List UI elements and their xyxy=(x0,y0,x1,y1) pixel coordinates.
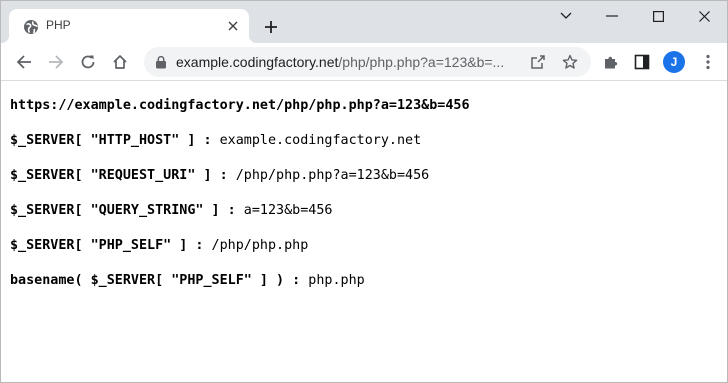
php-self-line: $_SERVER[ "PHP_SELF" ] : /php/php.php xyxy=(10,238,308,253)
home-icon xyxy=(113,55,127,69)
php-self-label: $_SERVER[ "PHP_SELF" ] : xyxy=(10,238,204,253)
maximize-icon xyxy=(652,10,664,22)
browser-window: PHP example.codingfactory.net/php/php.ph… xyxy=(0,0,728,383)
reload-button[interactable] xyxy=(75,49,101,75)
plus-icon xyxy=(265,21,277,33)
reload-icon xyxy=(81,55,95,69)
tab-php[interactable]: PHP xyxy=(1,9,257,43)
share-icon[interactable] xyxy=(528,52,548,72)
puzzle-icon xyxy=(605,56,618,69)
http-host-line: $_SERVER[ "HTTP_HOST" ] : example.coding… xyxy=(10,133,421,148)
http-host-value: example.codingfactory.net xyxy=(219,133,422,148)
request-uri-line: $_SERVER[ "REQUEST_URI" ] : /php/php.php… xyxy=(10,168,429,183)
more-vert-icon xyxy=(706,54,710,70)
url-text[interactable]: example.codingfactory.net/php/php.php?a=… xyxy=(176,54,526,70)
lock-icon[interactable] xyxy=(154,55,168,69)
basename-label: basename( $_SERVER[ "PHP_SELF" ] ) : xyxy=(10,273,301,288)
close-icon xyxy=(698,10,710,22)
query-string-line: $_SERVER[ "QUERY_STRING" ] : a=123&b=456 xyxy=(10,203,332,218)
tab-strip: PHP xyxy=(1,1,727,43)
minimize-icon xyxy=(606,15,618,17)
forward-button[interactable] xyxy=(43,49,69,75)
menu-button[interactable] xyxy=(695,49,721,75)
request-url-line: https://example.codingfactory.net/php/ph… xyxy=(10,98,470,113)
query-string-label: $_SERVER[ "QUERY_STRING" ] : xyxy=(10,203,236,218)
query-string-value: a=123&b=456 xyxy=(243,203,333,218)
new-tab-button[interactable] xyxy=(259,15,283,39)
tab-title: PHP xyxy=(46,18,71,32)
basename-line: basename( $_SERVER[ "PHP_SELF" ] ) : php… xyxy=(10,273,365,288)
url-host: example.codingfactory.net xyxy=(176,54,339,70)
side-panel-button[interactable] xyxy=(629,49,655,75)
request-uri-label: $_SERVER[ "REQUEST_URI" ] : xyxy=(10,168,228,183)
tab-search-button[interactable] xyxy=(543,1,589,31)
minimize-button[interactable] xyxy=(589,1,635,31)
url-path: /php/php.php?a=123&b=... xyxy=(338,54,505,70)
address-bar[interactable]: example.codingfactory.net/php/php.php?a=… xyxy=(144,47,591,77)
http-host-label: $_SERVER[ "HTTP_HOST" ] : xyxy=(10,133,212,148)
window-close-button[interactable] xyxy=(681,1,727,31)
close-icon[interactable] xyxy=(225,18,241,34)
globe-icon xyxy=(23,19,39,35)
star-icon[interactable] xyxy=(560,52,580,72)
arrow-left-icon xyxy=(16,55,31,69)
request-uri-value: /php/php.php?a=123&b=456 xyxy=(235,168,430,183)
toolbar: example.codingfactory.net/php/php.php?a=… xyxy=(1,43,727,81)
home-button[interactable] xyxy=(107,49,133,75)
arrow-right-icon xyxy=(49,55,64,69)
maximize-button[interactable] xyxy=(635,1,681,31)
profile-avatar[interactable]: J xyxy=(663,51,685,73)
side-panel-icon xyxy=(634,54,650,70)
extensions-button[interactable] xyxy=(598,49,624,75)
back-button[interactable] xyxy=(11,49,37,75)
basename-value: php.php xyxy=(308,273,365,288)
chevron-down-icon xyxy=(560,12,572,19)
php-self-value: /php/php.php xyxy=(211,238,309,253)
request-url: https://example.codingfactory.net/php/ph… xyxy=(10,98,470,113)
